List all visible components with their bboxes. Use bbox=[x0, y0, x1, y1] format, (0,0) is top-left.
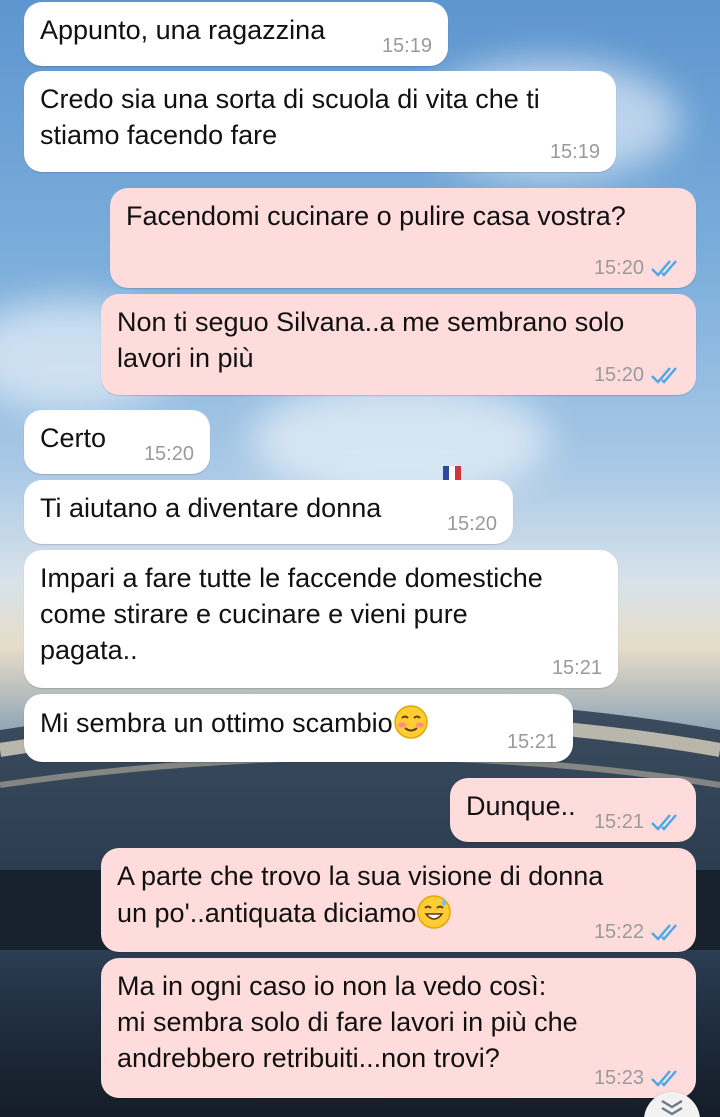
message-incoming[interactable]: Impari a fare tutte le faccende domestic… bbox=[24, 550, 618, 688]
read-ticks-icon bbox=[651, 814, 677, 831]
message-text: A parte che trovo la sua visione di donn… bbox=[117, 861, 604, 928]
message-time: 15:20 bbox=[593, 364, 644, 386]
message-incoming[interactable]: Certo 15:20 bbox=[24, 410, 210, 474]
read-ticks-icon bbox=[651, 367, 677, 384]
message-time: 15:21 bbox=[551, 657, 602, 679]
read-ticks-icon bbox=[651, 924, 677, 941]
message-incoming[interactable]: Mi sembra un ottimo scambio 15:21 bbox=[24, 694, 573, 762]
message-outgoing[interactable]: A parte che trovo la sua visione di donn… bbox=[101, 848, 696, 952]
message-outgoing[interactable]: Dunque.. 15:21 bbox=[450, 778, 696, 842]
grinning-sweat-face-icon bbox=[417, 895, 452, 929]
message-time: 15:21 bbox=[593, 811, 644, 833]
message-text: Ti aiutano a diventare donna bbox=[40, 493, 382, 523]
message-time: 15:20 bbox=[143, 443, 194, 465]
message-time: 15:19 bbox=[381, 35, 432, 57]
read-ticks-icon bbox=[651, 260, 677, 277]
double-chevron-down-icon bbox=[661, 1100, 683, 1116]
message-list[interactable]: Appunto, una ragazzina 15:19 Credo sia u… bbox=[0, 0, 720, 1117]
message-incoming[interactable]: Credo sia una sorta di scuola di vita ch… bbox=[24, 71, 616, 172]
message-incoming[interactable]: Appunto, una ragazzina 15:19 bbox=[24, 2, 448, 66]
message-outgoing[interactable]: Facendomi cucinare o pulire casa vostra?… bbox=[110, 188, 696, 288]
message-outgoing[interactable]: Ma in ogni caso io non la vedo così: mi … bbox=[101, 958, 696, 1098]
message-text: Impari a fare tutte le faccende domestic… bbox=[40, 563, 543, 665]
message-text: Credo sia una sorta di scuola di vita ch… bbox=[40, 84, 540, 150]
message-text: Ma in ogni caso io non la vedo così: mi … bbox=[117, 971, 578, 1073]
message-time: 15:19 bbox=[549, 141, 600, 163]
message-text: Mi sembra un ottimo scambio bbox=[40, 708, 393, 738]
message-text: Facendomi cucinare o pulire casa vostra? bbox=[126, 201, 626, 231]
smiling-face-icon bbox=[393, 705, 428, 739]
message-time: 15:23 bbox=[593, 1067, 644, 1089]
message-outgoing[interactable]: Non ti seguo Silvana..a me sembrano solo… bbox=[101, 294, 696, 395]
message-time: 15:20 bbox=[593, 257, 644, 279]
message-text: Appunto, una ragazzina bbox=[40, 15, 326, 45]
message-time: 15:20 bbox=[446, 513, 497, 535]
message-time: 15:21 bbox=[506, 731, 557, 753]
message-time: 15:22 bbox=[593, 921, 644, 943]
read-ticks-icon bbox=[651, 1070, 677, 1087]
message-incoming[interactable]: Ti aiutano a diventare donna 15:20 bbox=[24, 480, 513, 544]
